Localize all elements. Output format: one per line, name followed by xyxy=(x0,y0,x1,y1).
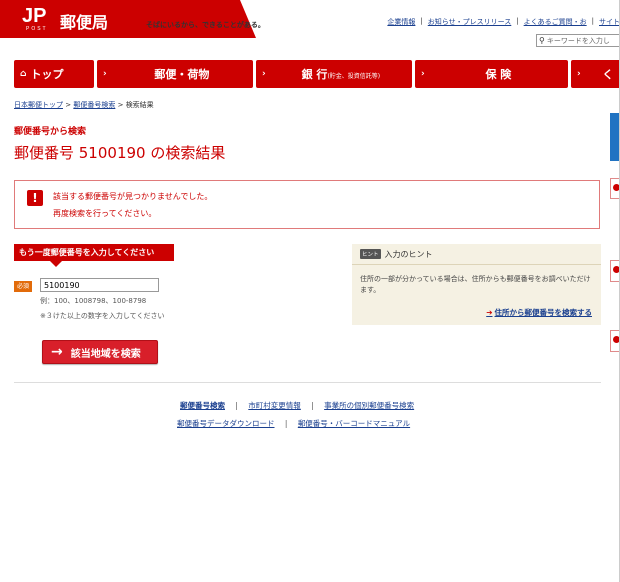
brand-name: 郵便局 xyxy=(60,13,109,32)
chevron-right-icon: › xyxy=(262,69,266,79)
util-link-site[interactable]: サイト xyxy=(599,17,620,27)
util-link-corporate[interactable]: 企業情報 xyxy=(387,17,415,27)
hint-panel: ヒント 入力のヒント 住所の一部が分かっている場合は、住所からも郵便番号をお調べ… xyxy=(352,244,601,325)
arrow-right-icon: → xyxy=(51,344,63,360)
util-link-faq[interactable]: よくあるご質問・お xyxy=(524,17,587,27)
footer-link-business-zip[interactable]: 事業所の個別郵便番号検索 xyxy=(324,401,414,410)
search-input[interactable]: ⚲ キーワードを入力し xyxy=(536,34,620,47)
footer-separator: | xyxy=(311,401,314,410)
address-search-link[interactable]: ➔ 住所から郵便番号を検索する xyxy=(486,307,592,318)
nav-item-top[interactable]: ⌂ トップ xyxy=(14,60,94,88)
nav-item-label: 銀 行(貯金、投資信託等) xyxy=(301,68,381,81)
util-separator: | xyxy=(420,17,423,25)
nav-item-label: 保 険 xyxy=(485,68,512,81)
util-link-news[interactable]: お知らせ・プレスリリース xyxy=(428,17,512,27)
hint-body: 住所の一部が分かっている場合は、住所からも郵便番号をお調べいただけます。 xyxy=(360,275,591,294)
hint-badge: ヒント xyxy=(360,249,381,259)
error-message-box: ! 該当する郵便番号が見つかりませんでした。 再度検索を行ってください。 xyxy=(14,180,600,229)
zip-code-input[interactable] xyxy=(40,278,159,292)
input-note: ※３けた以上の数字を入力してください xyxy=(40,312,165,320)
breadcrumb-current: 検索結果 xyxy=(125,101,154,109)
site-header: JP POST 郵便局 そばにいるから、できることがある。 企業情報 | お知ら… xyxy=(0,0,620,56)
page-title: 郵便番号 5100190 の検索結果 xyxy=(14,144,226,162)
footer-links-row-1: 郵便番号検索 | 市町村変更情報 | 事業所の個別郵便番号検索 xyxy=(180,400,414,411)
home-icon: ⌂ xyxy=(20,69,27,79)
divider xyxy=(14,382,601,383)
nav-item-bank[interactable]: › 銀 行(貯金、投資信託等) xyxy=(256,60,412,88)
nav-item-sublabel: (貯金、投資信託等) xyxy=(327,73,381,80)
logo[interactable]: JP POST 郵便局 xyxy=(0,0,256,38)
post-logo-text: POST xyxy=(26,26,48,32)
nav-item-label: く xyxy=(602,68,614,81)
nav-item-more[interactable]: › く xyxy=(571,60,620,88)
breadcrumb: 日本郵便トップ > 郵便番号検索 > 検索結果 xyxy=(14,100,154,110)
footer-link-zip-search[interactable]: 郵便番号検索 xyxy=(180,401,225,410)
chevron-right-icon: › xyxy=(577,69,581,79)
form-heading: もう一度郵便番号を入力してください xyxy=(14,244,174,267)
jp-logo-mark: JP xyxy=(22,5,47,27)
error-text-retry: 再度検索を行ってください。 xyxy=(53,209,157,218)
section-label: 郵便番号から検索 xyxy=(14,127,87,137)
util-separator: | xyxy=(516,17,519,25)
hint-title: 入力のヒント xyxy=(384,249,433,259)
chevron-right-icon: › xyxy=(421,69,425,79)
nav-item-label: トップ xyxy=(30,68,64,81)
required-badge: 必須 xyxy=(14,281,33,292)
breadcrumb-separator: > xyxy=(65,101,72,109)
breadcrumb-zip-search[interactable]: 郵便番号検索 xyxy=(73,101,115,109)
nav-item-label: 郵便・荷物 xyxy=(154,68,210,81)
chevron-right-icon: › xyxy=(103,69,107,79)
address-search-link-label: 住所から郵便番号を検索する xyxy=(494,308,593,317)
search-placeholder: キーワードを入力し xyxy=(546,36,610,45)
footer-links-row-2: 郵便番号データダウンロード | 郵便番号・バーコードマニュアル xyxy=(177,418,410,429)
util-separator: | xyxy=(591,17,594,25)
nav-item-insurance[interactable]: › 保 険 xyxy=(415,60,568,88)
footer-link-barcode-manual[interactable]: 郵便番号・バーコードマニュアル xyxy=(298,419,410,428)
breadcrumb-separator: > xyxy=(117,101,124,109)
search-region-button[interactable]: → 該当地域を検索 xyxy=(42,340,158,364)
input-example: 例：100、1008798、100-8798 xyxy=(40,297,147,305)
footer-separator: | xyxy=(235,401,238,410)
nav-item-mail[interactable]: › 郵便・荷物 xyxy=(97,60,253,88)
search-icon: ⚲ xyxy=(539,36,545,45)
hint-header: ヒント 入力のヒント xyxy=(352,244,601,265)
global-nav: ⌂ トップ › 郵便・荷物 › 銀 行(貯金、投資信託等) › 保 険 › く xyxy=(14,60,620,88)
breadcrumb-home[interactable]: 日本郵便トップ xyxy=(14,101,63,109)
alert-icon: ! xyxy=(27,190,43,206)
footer-separator: | xyxy=(284,419,288,428)
submit-label: 該当地域を検索 xyxy=(70,348,141,360)
footer-link-municipality-changes[interactable]: 市町村変更情報 xyxy=(248,401,301,410)
arrow-right-icon: ➔ xyxy=(486,308,493,317)
tagline: そばにいるから、できることがある。 xyxy=(146,21,265,29)
footer-link-data-download[interactable]: 郵便番号データダウンロード xyxy=(177,419,275,428)
utility-links: 企業情報 | お知らせ・プレスリリース | よくあるご質問・お | サイト xyxy=(387,17,620,27)
error-text: 該当する郵便番号が見つかりませんでした。 xyxy=(53,192,213,201)
